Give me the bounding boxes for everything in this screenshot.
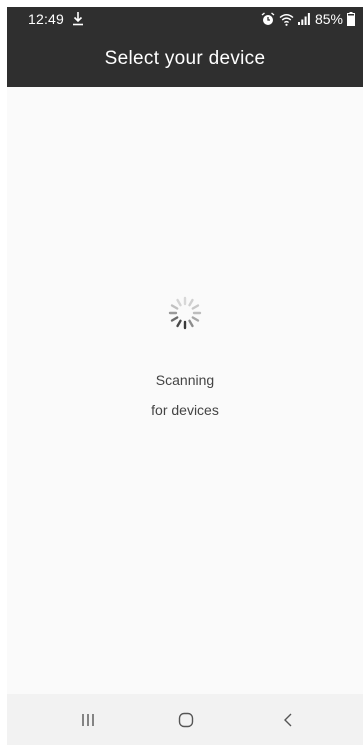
status-icons: 85% xyxy=(261,10,355,28)
wifi-icon xyxy=(279,13,294,26)
battery-percent: 85% xyxy=(314,11,343,27)
signal-icon xyxy=(297,13,310,25)
navigation-bar xyxy=(7,694,363,745)
back-icon xyxy=(284,713,292,726)
recents-icon xyxy=(82,713,94,726)
home-button[interactable] xyxy=(156,694,216,745)
page-title: Select your device xyxy=(104,48,266,69)
alarm-icon xyxy=(261,12,275,25)
app-bar: Select your device xyxy=(7,31,363,87)
home-icon xyxy=(178,712,194,727)
status-bar: 12:49 85% xyxy=(7,7,363,31)
back-button[interactable] xyxy=(258,694,318,745)
download-icon xyxy=(73,12,83,26)
phone-screen: 12:49 85% Select your device Scanning fo… xyxy=(7,7,363,745)
loading-spinner-icon xyxy=(168,296,202,330)
scanning-subtext: for devices xyxy=(151,402,219,418)
status-time: 12:49 xyxy=(28,11,65,27)
scanning-text: Scanning xyxy=(155,372,215,388)
recents-button[interactable] xyxy=(58,694,118,745)
main-content: Scanning for devices xyxy=(7,87,363,694)
battery-icon xyxy=(347,12,355,26)
